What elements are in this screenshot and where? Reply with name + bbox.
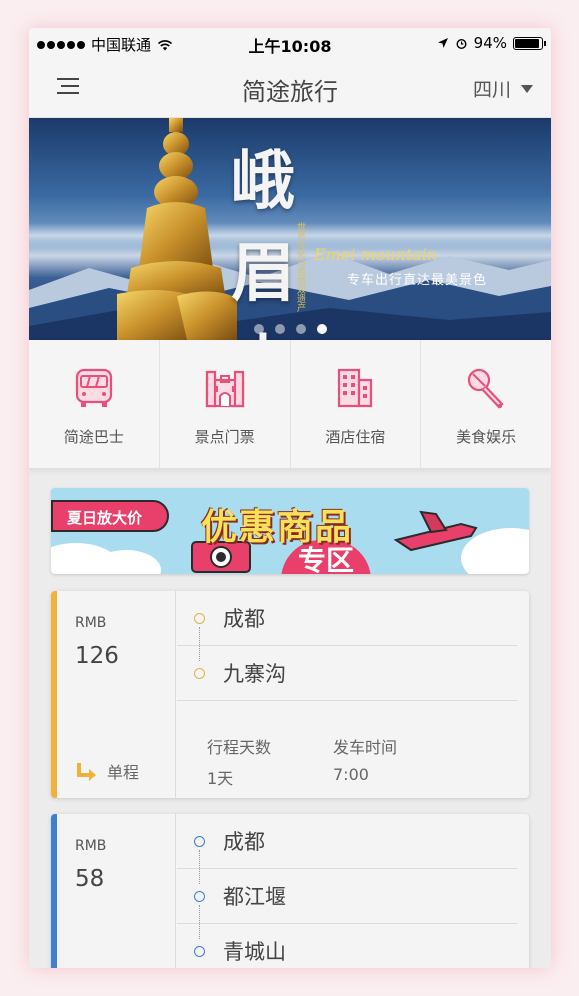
- category-food[interactable]: 美食娱乐: [421, 340, 551, 468]
- route-card[interactable]: RMB 126 单程 成都 九寨沟 行程天数 1天 发车时间 7:00: [51, 591, 529, 798]
- route-stop: 青城山: [177, 924, 517, 968]
- category-hotel[interactable]: 酒店住宿: [291, 340, 422, 468]
- airplane-illustration: [393, 510, 478, 552]
- banner-english-title: Emei mountain: [314, 245, 438, 264]
- route-stop: 成都: [177, 814, 517, 869]
- stop-ring-icon: [194, 836, 205, 847]
- banner-subtitle: 专车出行直达最美景色: [347, 273, 488, 288]
- departure-label: 发车时间: [333, 738, 398, 757]
- status-right: 94%: [437, 34, 546, 52]
- route-card-price-panel: RMB 126 单程: [57, 591, 176, 798]
- trip-type-label: 单程: [107, 763, 140, 782]
- route-stop: 成都: [177, 591, 517, 646]
- price-value: 126: [75, 643, 119, 669]
- status-bar: 中国联通 上午10:08 94%: [29, 28, 551, 58]
- promo-title: 优惠商品: [201, 507, 354, 548]
- stop-name: 成都: [223, 607, 265, 631]
- promo-tag: 夏日放大价: [51, 500, 169, 532]
- ticket-building-icon: [205, 370, 244, 408]
- departure-info: 发车时间 7:00: [333, 734, 397, 784]
- phone-screen: 中国联通 上午10:08 94% 简途旅行 四川 峨眉 世界文化与自然双遗产 E…: [29, 28, 551, 968]
- duration-info: 行程天数 1天: [207, 734, 271, 789]
- trip-type: 单程: [75, 759, 139, 783]
- location-arrow-icon: [437, 38, 448, 48]
- carousel-indicator: [254, 324, 327, 334]
- banner-calligraphy: 峨眉山: [231, 130, 341, 340]
- bus-icon: [75, 368, 112, 407]
- category-tickets[interactable]: 景点门票: [160, 340, 291, 468]
- stop-ring-icon: [194, 891, 205, 902]
- carousel-dot[interactable]: [275, 324, 285, 334]
- stop-name: 成都: [223, 830, 265, 854]
- route-stops: 成都 都江堰 青城山: [177, 814, 529, 968]
- departure-value: 7:00: [333, 765, 369, 784]
- category-hotel-label: 酒店住宿: [325, 428, 386, 446]
- category-bus-label: 简途巴士: [63, 428, 124, 446]
- stop-name: 九寨沟: [223, 662, 286, 686]
- duration-label: 行程天数: [207, 738, 272, 757]
- banner-carousel[interactable]: 峨眉山 世界文化与自然双遗产 Emei mountain 专车出行直达最美景色: [29, 118, 551, 340]
- price-value: 58: [75, 866, 105, 892]
- route-stop: 九寨沟: [177, 646, 517, 701]
- golden-buddha-statue-image: [117, 118, 237, 340]
- stop-name: 青城山: [223, 940, 286, 964]
- carousel-dot[interactable]: [254, 324, 264, 334]
- stop-name: 都江堰: [223, 885, 286, 909]
- currency-label: RMB: [75, 615, 107, 631]
- route-card-price-panel: RMB 58: [57, 814, 176, 968]
- category-tickets-label: 景点门票: [194, 428, 255, 446]
- category-bus[interactable]: 简途巴士: [29, 340, 160, 468]
- carousel-dot[interactable]: [296, 324, 306, 334]
- duration-value: 1天: [207, 769, 234, 788]
- stop-ring-icon: [194, 613, 205, 624]
- promo-banner[interactable]: 夏日放大价 专区 优惠商品: [51, 488, 529, 574]
- stop-ring-icon: [194, 946, 205, 957]
- battery-icon: [513, 36, 546, 50]
- hotel-icon: [338, 368, 373, 408]
- alarm-icon: [456, 38, 467, 49]
- route-card[interactable]: RMB 58 成都 都江堰 青城山: [51, 814, 529, 968]
- category-grid: 简途巴士 景点门票 酒店住宿 美食娱乐: [29, 340, 551, 469]
- one-way-arrow-icon: [77, 763, 96, 781]
- microphone-icon: [468, 368, 504, 409]
- region-selector[interactable]: 四川: [473, 75, 533, 102]
- banner-calligraphy-text: 峨眉山: [231, 144, 295, 340]
- carousel-dot[interactable]: [317, 324, 327, 334]
- route-stop: 都江堰: [177, 869, 517, 924]
- region-label: 四川: [472, 79, 511, 101]
- battery-percent: 94%: [473, 34, 507, 52]
- nav-bar: 简途旅行 四川: [29, 58, 551, 118]
- stop-ring-icon: [194, 668, 205, 679]
- category-food-label: 美食娱乐: [456, 428, 517, 446]
- banner-vertical-text: 世界文化与自然双遗产: [295, 222, 305, 312]
- route-stops: 成都 九寨沟 行程天数 1天 发车时间 7:00: [177, 591, 529, 798]
- currency-label: RMB: [75, 838, 107, 854]
- chevron-down-icon: [521, 84, 533, 93]
